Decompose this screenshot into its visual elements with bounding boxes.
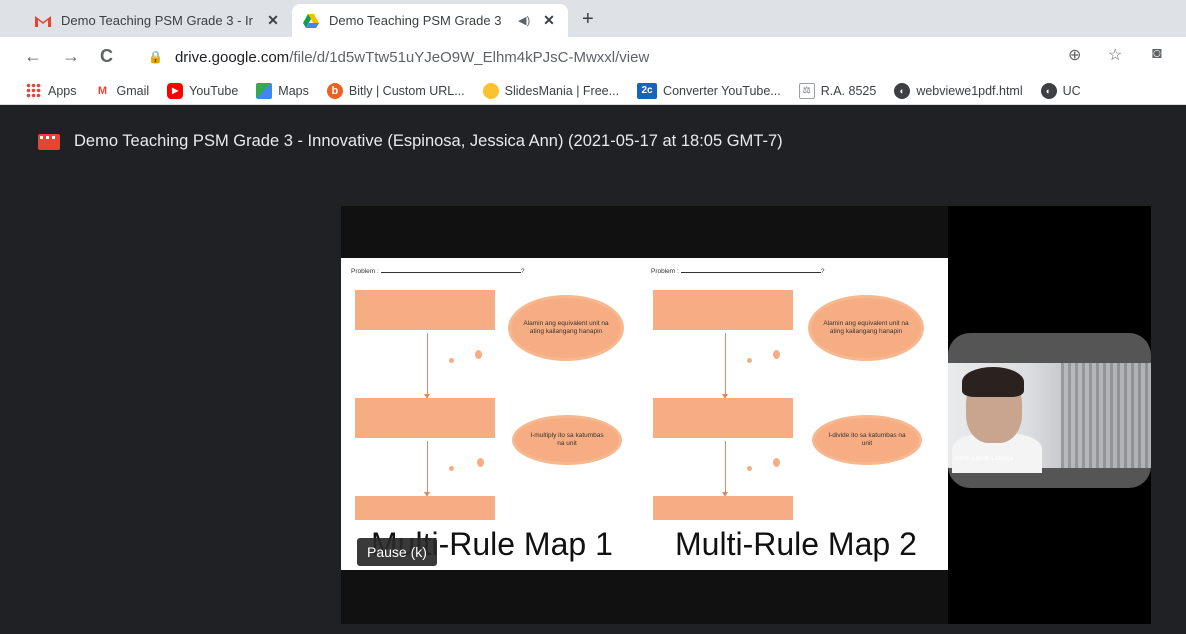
map2-cloud-2: I-divide ito sa katumbas na unit bbox=[815, 418, 919, 462]
map2-arrow-2 bbox=[722, 441, 728, 497]
video-letterbox-bottom bbox=[341, 570, 948, 624]
problem-label: Problem : bbox=[351, 268, 379, 275]
map1-dot bbox=[449, 466, 454, 471]
gmail-icon: M bbox=[97, 84, 108, 97]
url-host: drive.google.com bbox=[174, 48, 290, 66]
map2-cloud-1: Alamin ang equivalent unit na ating kail… bbox=[811, 298, 921, 358]
bookmark-uc[interactable]: ◐ UC bbox=[1040, 82, 1081, 99]
address-bar[interactable]: 🔒 drive.google.com/file/d/1d5wTtw51uYJeO… bbox=[138, 42, 1183, 72]
converter-icon: 2c bbox=[637, 82, 658, 99]
participant-name: Allein Lance Laforga bbox=[954, 455, 1014, 462]
map1-cloud-2: I-multiply ito sa katumbas na unit bbox=[515, 418, 619, 462]
map2-dot bbox=[773, 350, 780, 359]
bookmark-maps[interactable]: Maps bbox=[256, 82, 309, 99]
close-tab-icon[interactable]: ✕ bbox=[540, 12, 558, 29]
zoom-icon[interactable]: ⊕ bbox=[1068, 45, 1081, 65]
bookmark-converter[interactable]: 2c Converter YouTube... bbox=[637, 82, 781, 99]
problem-label: Problem : bbox=[651, 268, 679, 275]
screenshot-icon[interactable]: ◙ bbox=[1152, 45, 1162, 63]
map2-title: Multi-Rule Map 2 bbox=[675, 526, 917, 562]
bookmark-label: Bitly | Custom URL... bbox=[348, 83, 465, 98]
map2-box-2 bbox=[653, 398, 793, 438]
gmail-icon bbox=[35, 15, 51, 27]
bookmark-label: SlidesMania | Free... bbox=[504, 83, 620, 98]
map1-box-1 bbox=[355, 290, 495, 330]
map1-cloud-1: Alamin ang equivalent unit na ating kail… bbox=[511, 298, 621, 358]
tab-title: Demo Teaching PSM Grade 3 - Ir bbox=[61, 13, 253, 28]
map2-dot bbox=[773, 458, 780, 467]
globe-icon: ◐ bbox=[894, 82, 911, 99]
youtube-icon: ▶ bbox=[167, 82, 184, 99]
law-icon: ⚖ bbox=[798, 82, 815, 99]
map1-dot bbox=[477, 458, 484, 467]
map1-arrow-2 bbox=[424, 441, 430, 497]
tab-strip: Demo Teaching PSM Grade 3 - Ir ✕ Demo Te… bbox=[0, 0, 1186, 37]
bookmark-label: Apps bbox=[48, 83, 77, 98]
viewer-header: Demo Teaching PSM Grade 3 - Innovative (… bbox=[38, 132, 783, 151]
bookmark-label: Maps bbox=[278, 83, 309, 98]
bookmark-apps[interactable]: Apps bbox=[26, 82, 77, 99]
pause-tooltip: Pause (k) bbox=[357, 538, 437, 566]
participant-camera-tile: Allein Lance Laforga bbox=[948, 333, 1151, 488]
new-tab-button[interactable]: + bbox=[582, 8, 594, 31]
slidesmania-icon bbox=[482, 82, 499, 99]
browser-toolbar: ← → C 🔒 drive.google.com/file/d/1d5wTtw5… bbox=[0, 37, 1186, 77]
map1-dot bbox=[475, 350, 482, 359]
bookmark-label: R.A. 8525 bbox=[820, 83, 877, 98]
bookmark-label: webviewe1pdf.html bbox=[916, 83, 1023, 98]
participant-hair bbox=[962, 367, 1024, 397]
map1-box-2 bbox=[355, 398, 495, 438]
file-title: Demo Teaching PSM Grade 3 - Innovative (… bbox=[74, 132, 783, 150]
speaker-icon[interactable]: ◀) bbox=[518, 14, 534, 27]
bookmark-label: UC bbox=[1062, 83, 1081, 98]
problem-line: Problem :? bbox=[651, 268, 824, 275]
problem-line: Problem :? bbox=[351, 268, 524, 275]
map2-dot bbox=[747, 466, 752, 471]
problem-mark: ? bbox=[520, 268, 525, 275]
bookmark-ra8525[interactable]: ⚖ R.A. 8525 bbox=[798, 82, 877, 99]
video-player[interactable]: Problem :? Alamin ang equivalent unit na… bbox=[341, 206, 1151, 624]
bookmarks-bar: Apps M Gmail ▶ YouTube Maps b Bitly | Cu… bbox=[0, 77, 1186, 105]
map2-box-3 bbox=[653, 496, 793, 520]
close-tab-icon[interactable]: ✕ bbox=[264, 12, 282, 29]
bookmark-label: YouTube bbox=[189, 83, 239, 98]
map1-box-3 bbox=[355, 496, 495, 520]
bitly-icon: b bbox=[326, 82, 343, 99]
star-icon[interactable]: ☆ bbox=[1108, 45, 1122, 65]
drive-viewer: Demo Teaching PSM Grade 3 - Innovative (… bbox=[0, 106, 1186, 634]
map1-dot bbox=[449, 358, 454, 363]
video-letterbox-top bbox=[341, 206, 948, 258]
bookmark-webviewer[interactable]: ◐ webviewe1pdf.html bbox=[894, 82, 1023, 99]
tab-title: Demo Teaching PSM Grade 3 bbox=[329, 13, 502, 28]
reload-button[interactable]: C bbox=[100, 46, 113, 67]
slide-content: Problem :? Alamin ang equivalent unit na… bbox=[341, 258, 948, 570]
map1-arrow-1 bbox=[424, 333, 430, 399]
url-path: /file/d/1d5wTtw51uYJeO9W_Elhm4kPJsC-Mwxx… bbox=[289, 48, 650, 66]
problem-mark: ? bbox=[820, 268, 825, 275]
map2-arrow-1 bbox=[722, 333, 728, 399]
apps-grid-icon bbox=[26, 82, 42, 99]
drive-icon bbox=[303, 13, 319, 28]
forward-button[interactable]: → bbox=[62, 46, 80, 67]
bookmark-slidesmania[interactable]: SlidesMania | Free... bbox=[482, 82, 620, 99]
globe-icon: ◐ bbox=[1040, 82, 1057, 99]
back-button[interactable]: ← bbox=[24, 46, 42, 67]
maps-icon bbox=[256, 82, 273, 99]
tab-drive[interactable]: Demo Teaching PSM Grade 3 ◀) ✕ bbox=[292, 4, 568, 37]
bookmark-youtube[interactable]: ▶ YouTube bbox=[167, 82, 239, 99]
bookmark-gmail[interactable]: M Gmail bbox=[95, 83, 150, 99]
map2-box-1 bbox=[653, 290, 793, 330]
bookmark-label: Converter YouTube... bbox=[663, 83, 781, 98]
bookmark-bitly[interactable]: b Bitly | Custom URL... bbox=[326, 82, 465, 99]
video-file-icon bbox=[38, 133, 60, 150]
tab-gmail[interactable]: Demo Teaching PSM Grade 3 - Ir ✕ bbox=[24, 4, 292, 37]
map2-dot bbox=[747, 358, 752, 363]
camera-background-blinds bbox=[1061, 363, 1151, 468]
lock-icon[interactable]: 🔒 bbox=[148, 50, 163, 64]
bookmark-label: Gmail bbox=[116, 83, 150, 98]
